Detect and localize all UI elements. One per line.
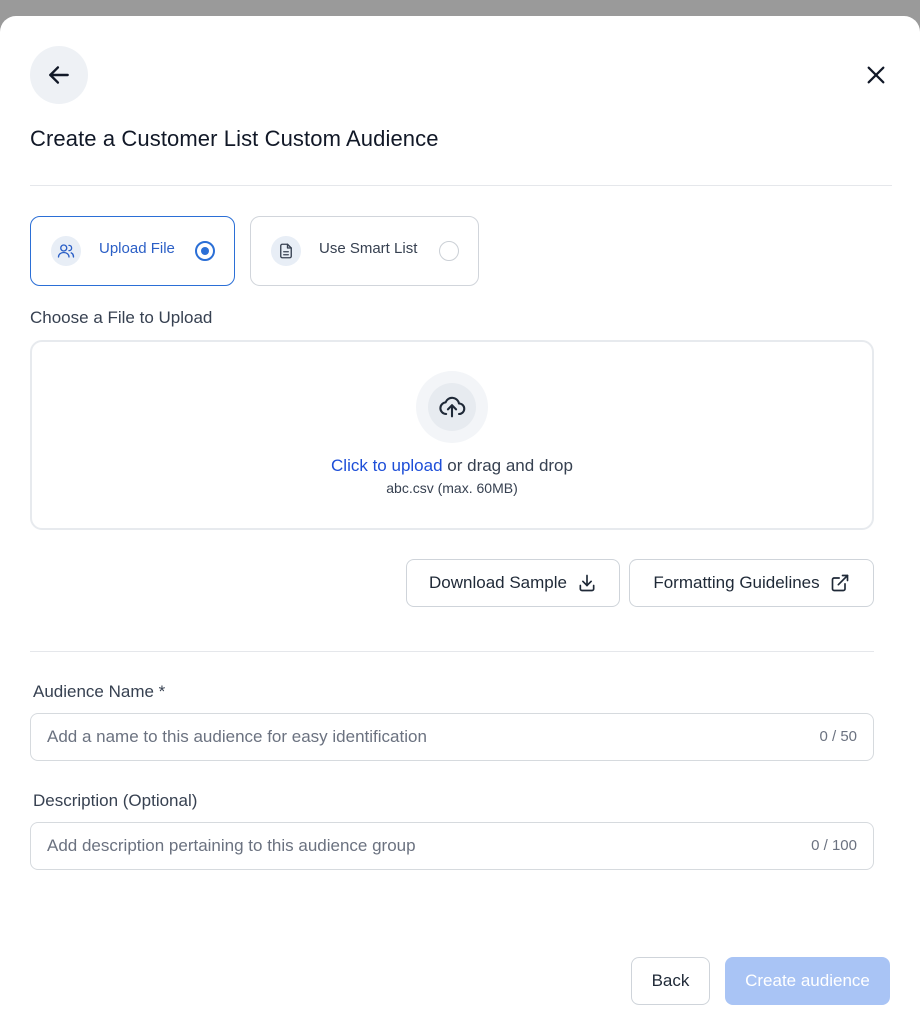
option-label: Use Smart List [319, 240, 418, 257]
audience-name-field[interactable]: 0 / 50 [30, 713, 874, 761]
divider [30, 185, 892, 186]
users-icon [51, 236, 81, 266]
download-sample-label: Download Sample [429, 573, 567, 592]
option-upload-file[interactable]: Upload File [30, 216, 235, 286]
create-audience-modal: Create a Customer List Custom Audience U… [0, 16, 920, 1034]
audience-name-counter: 0 / 50 [819, 728, 857, 745]
external-link-icon [831, 574, 848, 592]
create-audience-button[interactable]: Create audience [725, 957, 890, 1005]
upload-icon-circle [416, 371, 488, 443]
audience-name-input[interactable] [47, 714, 787, 760]
description-input[interactable] [47, 823, 787, 869]
file-hint: abc.csv (max. 60MB) [386, 480, 518, 496]
document-icon [271, 236, 301, 266]
audience-name-label: Audience Name * [33, 682, 166, 701]
upload-section-label: Choose a File to Upload [30, 308, 213, 327]
option-smart-list[interactable]: Use Smart List [250, 216, 479, 286]
back-arrow-button[interactable] [30, 46, 88, 104]
file-dropzone[interactable]: Click to upload or drag and drop abc.csv… [30, 340, 874, 530]
description-field[interactable]: 0 / 100 [30, 822, 874, 870]
radio-unselected[interactable] [439, 241, 459, 261]
download-sample-button[interactable]: Download Sample [406, 559, 620, 607]
description-label: Description (Optional) [33, 791, 198, 810]
arrow-left-icon [49, 66, 69, 84]
close-button[interactable] [860, 59, 892, 91]
formatting-guidelines-label: Formatting Guidelines [653, 573, 820, 592]
description-counter: 0 / 100 [811, 837, 857, 854]
cloud-upload-icon [439, 396, 466, 418]
dropzone-instructions: Click to upload or drag and drop [32, 456, 872, 476]
divider [30, 651, 874, 652]
option-label: Upload File [99, 240, 175, 257]
back-button[interactable]: Back [631, 957, 710, 1005]
formatting-guidelines-button[interactable]: Formatting Guidelines [629, 559, 874, 607]
radio-selected[interactable] [195, 241, 215, 261]
drag-drop-text: or drag and drop [442, 456, 573, 475]
download-icon [579, 574, 595, 592]
close-icon [867, 66, 885, 84]
modal-title: Create a Customer List Custom Audience [30, 126, 439, 151]
click-to-upload-link[interactable]: Click to upload [331, 456, 443, 475]
